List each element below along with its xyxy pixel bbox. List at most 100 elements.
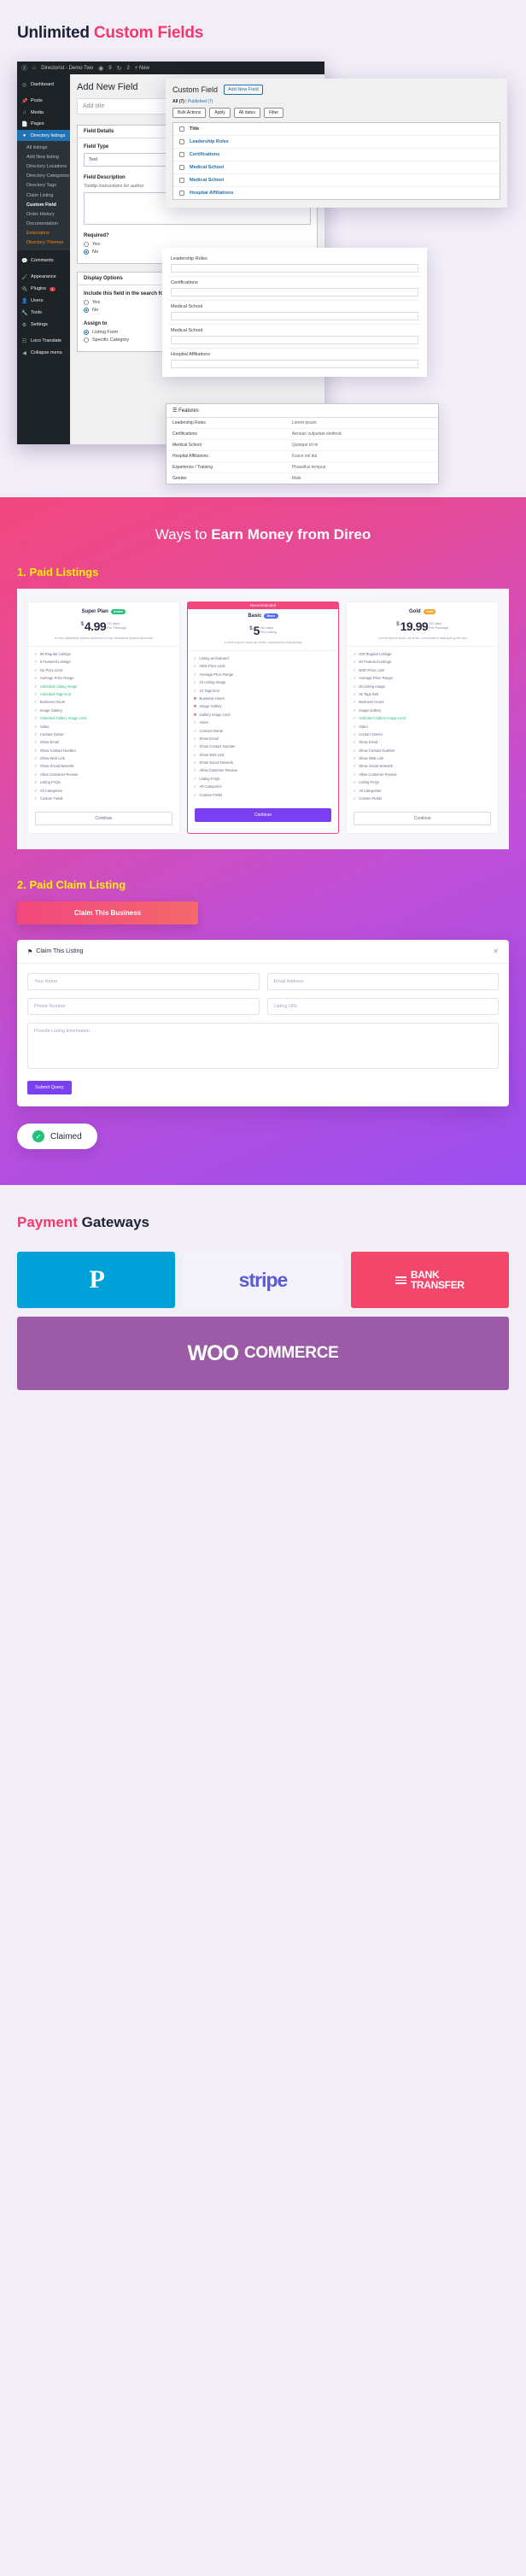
sidebar-item-comments[interactable]: 💬 Comments	[17, 255, 70, 267]
directory-submenu[interactable]: All listings Add New listing Directory L…	[17, 141, 70, 251]
row-checkbox[interactable]	[179, 191, 184, 196]
sidebar-item-settings[interactable]: ⚙ Settings	[17, 319, 70, 331]
submenu-extensions[interactable]: Extensions	[17, 229, 70, 238]
gateway-woocommerce[interactable]: WOO COMMERCE	[17, 1317, 509, 1391]
row-title[interactable]: Leadership Roles	[190, 139, 229, 144]
preview-field-label: Medical School	[171, 304, 203, 309]
row-title[interactable]: Medical School	[190, 178, 224, 183]
submenu-order-history[interactable]: Order History	[17, 209, 70, 219]
plan-features: ✓ 200 Regular Listings ✓ 50 Featured Listi…	[347, 647, 498, 807]
sidebar-item-loco-translate[interactable]: ☷ Loco Translate	[17, 335, 70, 347]
pricing-plan-card[interactable]: Gold Gold $ 19.99 /30 days Per Package L…	[346, 601, 500, 835]
new-button[interactable]: + New	[135, 66, 149, 71]
row-title[interactable]: Medical School	[190, 165, 224, 170]
submenu-directory-categories[interactable]: Directory Categories	[17, 172, 70, 181]
table-row[interactable]: Leadership Roles	[173, 136, 500, 149]
gateway-bank-transfer[interactable]: BANK TRANSFER	[350, 1252, 509, 1309]
submenu-claim-listing[interactable]: Claim Listing	[17, 191, 70, 200]
submenu-all-listings[interactable]: All listings	[17, 143, 70, 152]
site-name[interactable]: Directorist - Demo Two	[41, 66, 93, 71]
submit-query-button[interactable]: Submit Query	[27, 1081, 72, 1095]
sidebar-item-posts[interactable]: 📌 Posts	[17, 95, 70, 107]
bulk-actions-select[interactable]: Bulk Actions	[172, 108, 207, 118]
check-icon: ✓	[353, 740, 357, 745]
feature-item: ✓ Image Gallery	[353, 707, 382, 713]
preview-field-input[interactable]	[171, 264, 418, 273]
status-filters[interactable]: All (7) | Published (7)	[172, 99, 500, 104]
pricing-plan-card[interactable]: Recommended Basic Basic $ 5 /30 days Per…	[186, 601, 340, 835]
submenu-custom-field[interactable]: Custom Field	[17, 200, 70, 209]
table-row[interactable]: Medical School	[173, 161, 500, 174]
updates-count[interactable]: 2	[126, 66, 129, 71]
sidebar-item-users[interactable]: 👤 Users	[17, 295, 70, 307]
submenu-documentation[interactable]: Documentation	[17, 220, 70, 229]
required-yes-radio[interactable]: Yes	[84, 242, 311, 247]
close-icon[interactable]: ✕	[493, 948, 499, 955]
check-icon: ✓	[34, 700, 38, 705]
listing-url-input[interactable]: Listing URL	[266, 998, 499, 1016]
preview-field-input[interactable]	[171, 312, 418, 320]
date-filter-select[interactable]: All dates	[233, 108, 260, 118]
filter-all[interactable]: All (7)	[172, 99, 184, 104]
claim-this-business-button[interactable]: Claim This Business	[17, 901, 198, 925]
plan-unit: Per Listing	[260, 630, 277, 635]
continue-button[interactable]: Continue	[194, 808, 332, 823]
comments-count[interactable]: 9	[108, 66, 111, 71]
preview-field-input[interactable]	[171, 336, 418, 344]
sidebar-item-media[interactable]: ♫ Media	[17, 107, 70, 118]
submenu-directory-locations[interactable]: Directory Locations	[17, 161, 70, 171]
wp-sidebar-menu[interactable]: ◎ Dashboard 📌 Posts ♫ Media 📄 Pages ● Di…	[17, 74, 70, 444]
filter-button[interactable]: Filter	[263, 108, 284, 118]
add-new-field-button[interactable]: Add New Field	[224, 85, 263, 95]
row-checkbox[interactable]	[179, 139, 184, 144]
apply-button[interactable]: Apply	[209, 108, 231, 118]
table-row[interactable]: Certifications	[173, 149, 500, 161]
check-icon: ✓	[34, 748, 38, 753]
sidebar-item-directory-listings[interactable]: ● Directory listings	[17, 130, 70, 141]
gateway-paypal[interactable]: P	[17, 1252, 176, 1309]
row-checkbox[interactable]	[179, 152, 184, 157]
plan-amount: 19.99	[400, 619, 429, 633]
your-name-input[interactable]: Your Name	[27, 973, 260, 991]
submenu-directory-themes[interactable]: Directory Themes	[17, 238, 70, 248]
sidebar-item-collapse-menu[interactable]: ◀ Collapse menu	[17, 347, 70, 359]
listing-information-textarea[interactable]: Provide Listing Information	[27, 1023, 499, 1070]
preview-field-input[interactable]	[171, 288, 418, 296]
row-checkbox[interactable]	[179, 178, 184, 183]
email-input[interactable]: Email Address	[266, 973, 499, 991]
sidebar-item-tools[interactable]: 🔧 Tools	[17, 307, 70, 319]
row-title[interactable]: Certifications	[190, 152, 219, 157]
submenu-directory-tags[interactable]: Directory Tags	[17, 181, 70, 191]
check-icon: ✓	[34, 796, 38, 801]
features-header: ☰ Features	[167, 404, 438, 418]
sidebar-item-plugins[interactable]: 🔌 Plugins 1	[17, 283, 70, 295]
pricing-plan-card[interactable]: Super Plan Active $ 4.99 /30 days Per Pa…	[27, 601, 180, 835]
wp-admin-bar[interactable]: Ⓧ ⌂ Directorist - Demo Two ◉ 9 ↻ 2 + New	[17, 62, 324, 74]
wordpress-icon[interactable]: Ⓧ	[21, 64, 27, 73]
table-row[interactable]: Hospital Affiliations	[173, 187, 500, 199]
home-icon[interactable]: ⌂	[32, 65, 36, 71]
column-title[interactable]: Title	[190, 126, 199, 132]
phone-input[interactable]: Phone Number	[27, 998, 260, 1016]
sidebar-item-appearance[interactable]: 🖌 Appearance	[17, 271, 70, 283]
preview-field-input[interactable]	[171, 360, 418, 368]
gateway-stripe[interactable]: stripe	[184, 1252, 342, 1309]
check-icon: ✓	[353, 764, 357, 769]
row-title[interactable]: Hospital Affiliations	[190, 191, 233, 196]
table-row[interactable]: Medical School	[173, 174, 500, 187]
select-all-checkbox[interactable]	[179, 126, 184, 132]
row-checkbox[interactable]	[179, 165, 184, 170]
filter-published[interactable]: Published (7)	[188, 99, 213, 104]
continue-button[interactable]: Continue	[354, 812, 492, 826]
comment-icon[interactable]: ◉	[98, 65, 103, 72]
radio-label: Yes	[92, 242, 100, 247]
feature-item: ✓ Listing FAQs	[193, 776, 220, 781]
sidebar-item-pages[interactable]: 📄 Pages	[17, 118, 70, 130]
continue-button[interactable]: Continue	[35, 812, 172, 826]
update-icon[interactable]: ↻	[117, 65, 122, 72]
custom-field-table: Title Leadership Roles Certifications Me…	[172, 122, 500, 200]
heading-accent: Payment	[17, 1214, 82, 1231]
sidebar-item-dashboard[interactable]: ◎ Dashboard	[17, 79, 70, 91]
feature-item: ✓ 99 Regular Listings	[34, 652, 71, 656]
submenu-add-new-listing[interactable]: Add New listing	[17, 152, 70, 161]
